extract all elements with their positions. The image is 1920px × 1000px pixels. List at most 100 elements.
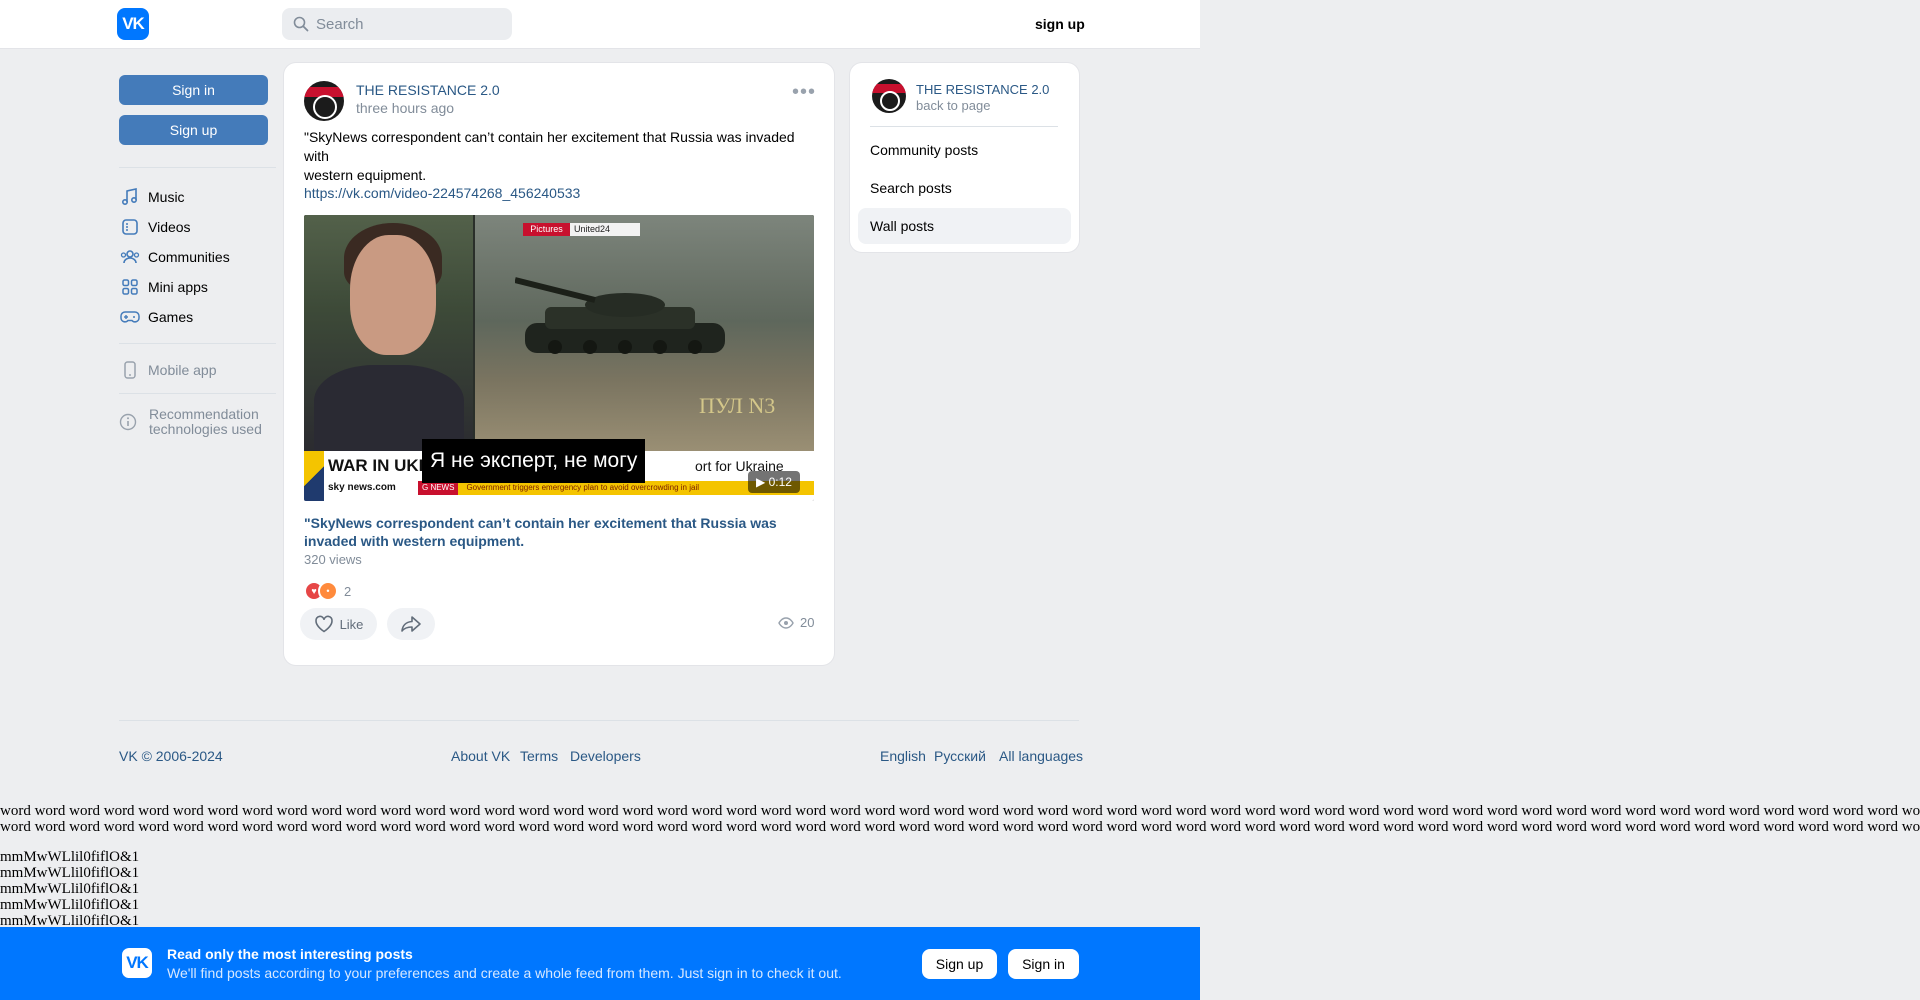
footer-link-text[interactable]: All languages — [999, 748, 1083, 764]
footer-lang-english[interactable]: English — [880, 748, 926, 764]
gamepad-icon — [119, 306, 141, 328]
banner-subtitle: We'll find posts according to your prefe… — [167, 965, 842, 981]
post-link[interactable]: https://vk.com/video-224574268_456240533 — [304, 185, 580, 201]
banner-sign-up-button[interactable]: Sign up — [922, 949, 997, 979]
sidebar-item-mobile-app[interactable]: Mobile app — [119, 358, 217, 382]
sidebar-divider — [870, 126, 1058, 127]
filler-chars-line: mmMwWLlil0fiflO&1 — [0, 865, 140, 881]
sidebar-item-label: Music — [148, 189, 185, 205]
sign-up-button[interactable]: Sign up — [119, 115, 268, 145]
footer-link-developers[interactable]: Developers — [570, 748, 641, 764]
footer-link-about[interactable]: About VK — [451, 748, 510, 764]
filler-chars-line: mmMwWLlil0fiflO&1 — [0, 849, 140, 865]
sidebar-divider — [119, 343, 276, 344]
recommendation-line-1: Recommendation — [149, 406, 259, 422]
reaction-count: 2 — [344, 583, 352, 599]
sidebar-item-games[interactable]: Games — [119, 305, 193, 329]
video-ticker-text: Government triggers emergency plan to av… — [466, 483, 700, 492]
filler-words-line: word word word word word word word word … — [0, 819, 1920, 835]
community-avatar[interactable] — [304, 81, 344, 121]
post-text: "SkyNews correspondent can’t contain her… — [304, 128, 816, 185]
video-icon — [119, 216, 141, 238]
video-tag-united24: United24 — [570, 223, 640, 236]
top-bar: VK sign up — [0, 0, 1200, 49]
search-input[interactable] — [316, 8, 501, 40]
sidebar-item-label: Videos — [148, 219, 191, 235]
like-label: Like — [339, 616, 364, 632]
sidebar-item-communities[interactable]: Communities — [119, 245, 230, 269]
video-player[interactable]: Pictures United24 ПУЛ N3 WAR IN UKRA ort… — [304, 215, 814, 501]
vk-home-link[interactable]: VK © 2006-2024 — [119, 748, 223, 764]
post-card: THE RESISTANCE 2.0 three hours ago ••• "… — [284, 63, 834, 665]
footer-divider — [119, 720, 1079, 721]
more-options-icon[interactable]: ••• — [792, 82, 815, 102]
search-icon — [293, 16, 309, 32]
signup-link[interactable]: sign up — [1035, 16, 1085, 32]
search-box[interactable] — [282, 8, 512, 40]
menu-wall-posts[interactable]: Wall posts — [858, 208, 1071, 244]
tank-image — [515, 277, 725, 354]
reactions-summary[interactable]: ♥ • 2 — [304, 581, 351, 601]
sidebar-item-label: Mobile app — [148, 362, 217, 378]
post-time[interactable]: three hours ago — [356, 100, 454, 116]
recommendation-line-2: technologies used — [149, 421, 262, 437]
sidebar-divider — [119, 167, 276, 168]
footer-copyright: VK © 2006-2024 — [119, 748, 223, 764]
communities-icon — [119, 246, 141, 268]
post-text-line: western equipment. — [304, 167, 427, 183]
play-icon: ▶ — [756, 475, 769, 489]
video-brand: sky news.com — [328, 482, 396, 493]
angry-reaction-icon: • — [318, 581, 338, 601]
sidebar-item-label: Games — [148, 309, 194, 325]
video-duration: ▶ 0:12 — [748, 471, 800, 493]
filler-words: word word word word word word word word … — [0, 803, 1920, 835]
like-button[interactable]: Like — [300, 608, 377, 640]
right-sidebar: THE RESISTANCE 2.0 back to page Communit… — [850, 63, 1079, 252]
phone-icon — [119, 359, 141, 381]
menu-search-posts[interactable]: Search posts — [858, 170, 1071, 206]
sign-in-button[interactable]: Sign in — [119, 75, 268, 105]
post-text-line: "SkyNews correspondent can’t contain her… — [304, 129, 795, 164]
video-tag-pictures: Pictures — [523, 223, 570, 236]
banner-title: Read only the most interesting posts — [167, 946, 413, 962]
info-icon — [119, 413, 137, 436]
video-title[interactable]: "SkyNews correspondent can’t contain her… — [304, 514, 814, 550]
signup-banner: VK Read only the most interesting posts … — [0, 927, 1200, 1000]
footer-link-text[interactable]: Developers — [570, 748, 641, 764]
share-icon — [401, 616, 421, 632]
footer-lang-all[interactable]: All languages — [999, 748, 1083, 764]
heart-icon — [314, 615, 333, 633]
video-left-panel — [304, 215, 473, 455]
share-button[interactable] — [387, 608, 435, 640]
back-to-page-link[interactable]: back to page — [916, 98, 990, 113]
sidebar-item-label: Communities — [148, 249, 230, 265]
vk-logo[interactable]: VK — [117, 8, 149, 40]
views-count-text: 20 — [800, 615, 815, 630]
video-caption: ПУЛ N3 — [699, 393, 776, 418]
menu-community-posts[interactable]: Community posts — [858, 132, 1071, 168]
filler-chars: mmMwWLlil0fiflO&1 mmMwWLlil0fiflO&1 mmMw… — [0, 849, 139, 929]
sidebar-item-music[interactable]: Music — [119, 185, 185, 209]
sidebar-item-videos[interactable]: Videos — [119, 215, 191, 239]
music-icon — [119, 186, 141, 208]
video-subtitle: Я не эксперт, не могу — [422, 439, 646, 483]
footer-link-text[interactable]: Русский — [934, 748, 986, 764]
filler-words-line: word word word word word word word word … — [0, 803, 1920, 819]
video-duration-text: 0:12 — [768, 475, 792, 489]
footer-link-text[interactable]: English — [880, 748, 926, 764]
vk-logo: VK — [122, 948, 152, 978]
sidebar-divider — [119, 393, 276, 394]
community-name[interactable]: THE RESISTANCE 2.0 — [916, 82, 1049, 97]
footer-link-text[interactable]: About VK — [451, 748, 510, 764]
sidebar-item-mini-apps[interactable]: Mini apps — [119, 275, 208, 299]
post-author[interactable]: THE RESISTANCE 2.0 — [356, 82, 500, 98]
footer-link-terms[interactable]: Terms — [520, 748, 558, 764]
footer-link-text[interactable]: Terms — [520, 748, 558, 764]
eye-icon — [778, 616, 794, 629]
mini-apps-icon — [119, 276, 141, 298]
post-views: 20 — [778, 615, 814, 630]
footer-lang-russian[interactable]: Русский — [934, 748, 986, 764]
video-views: 320 views — [304, 552, 362, 567]
banner-sign-in-button[interactable]: Sign in — [1008, 949, 1079, 979]
community-avatar[interactable] — [872, 79, 906, 113]
